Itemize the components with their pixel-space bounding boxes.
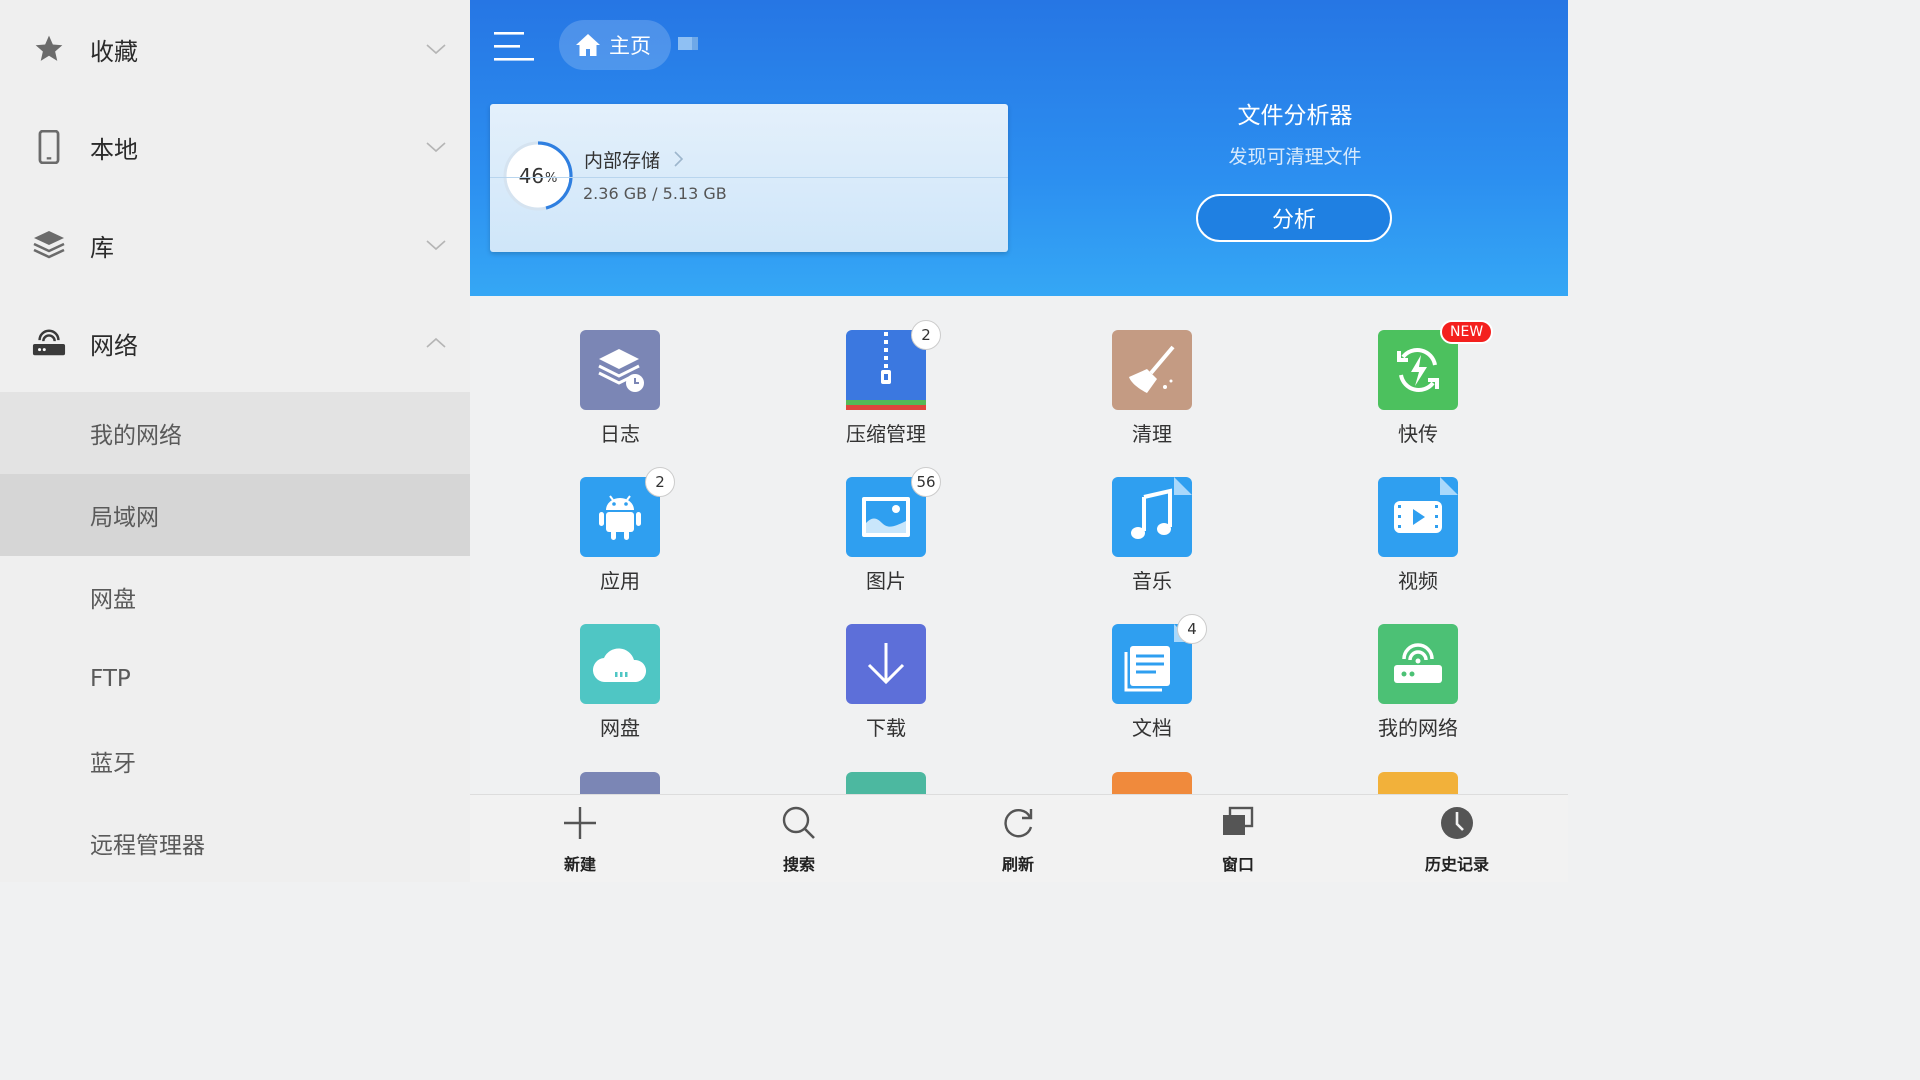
bookmark-tag-icon[interactable] (678, 37, 698, 52)
tile-apps[interactable]: 应用 2 (530, 467, 710, 605)
layers-icon (32, 228, 66, 262)
star-icon (32, 32, 66, 66)
music-icon (1112, 477, 1192, 557)
history-icon (1441, 807, 1473, 839)
refresh-label: 刷新 (1001, 855, 1034, 874)
tile-zip-manager[interactable]: 压缩管理 2 (796, 320, 976, 458)
tile-log[interactable]: 日志 (530, 330, 710, 458)
category-grid: 日志 压缩管理 2 清理 快传 NEW 应用 2 图片 56 音乐 视频网盘 下载 文档 4 我的网络 (470, 296, 1568, 794)
count-badge: 4 (1177, 614, 1207, 644)
chevron-up-icon (426, 337, 446, 348)
sidebar-item-bluetooth[interactable]: 蓝牙 (0, 720, 470, 802)
network-icon (1378, 624, 1458, 704)
download-icon (846, 624, 926, 704)
tile-label: 视频 (1398, 569, 1438, 593)
analyzer-subtitle: 发现可清理文件 (1228, 146, 1362, 168)
tile-partial-row-item[interactable] (846, 772, 926, 794)
tile-label: 清理 (1132, 422, 1172, 446)
analyzer-title: 文件分析器 (1237, 103, 1353, 129)
analyze-button[interactable]: 分析 (1196, 194, 1392, 242)
sidebar-item-lan[interactable]: 局域网 (0, 474, 470, 556)
menu-icon[interactable] (494, 26, 534, 66)
refresh-button[interactable]: 刷新 (958, 795, 1078, 883)
sidebar-section-local[interactable]: 本地 (0, 98, 470, 196)
tile-music[interactable]: 音乐 (1062, 477, 1242, 605)
tile-download[interactable]: 下载 (796, 624, 976, 752)
broom-icon (1112, 330, 1192, 410)
video-icon (1378, 477, 1458, 557)
tile-label: 下载 (866, 716, 906, 740)
cloud-icon (580, 624, 660, 704)
home-label: 主页 (609, 34, 651, 58)
tile-documents[interactable]: 文档 4 (1062, 614, 1242, 752)
sidebar-section-library[interactable]: 库 (0, 196, 470, 294)
count-badge: 2 (645, 467, 675, 497)
sidebar-section-network[interactable]: 网络 (0, 294, 470, 392)
sidebar-section-favorites[interactable]: 收藏 (0, 0, 470, 98)
tile-label: 文档 (1132, 716, 1172, 740)
new-badge: NEW (1440, 320, 1494, 344)
storage-percent-value: 46 (518, 164, 545, 188)
search-label: 搜索 (782, 855, 815, 874)
tile-my-network[interactable]: 我的网络 (1328, 624, 1508, 752)
tile-label: 日志 (600, 422, 640, 446)
tile-label: 网盘 (600, 716, 640, 740)
chevron-down-icon (426, 142, 446, 153)
tile-label: 压缩管理 (846, 422, 926, 446)
sidebar-item-remote-manager[interactable]: 远程管理器 (0, 802, 470, 884)
phone-icon (32, 130, 66, 164)
sidebar-section-label: 收藏 (90, 37, 138, 66)
new-button[interactable]: 新建 (520, 795, 640, 883)
sidebar-item-my-network[interactable]: 我的网络 (0, 392, 470, 474)
storage-percent: 46% (501, 139, 575, 213)
router-icon (32, 326, 66, 360)
plus-icon (564, 807, 596, 839)
sidebar: 收藏 本地 库 网络 我的网络 局域网 网盘 FTP 蓝牙 远程管理器 (0, 0, 470, 882)
sidebar-section-label: 库 (90, 233, 114, 262)
tile-images[interactable]: 图片 56 (796, 467, 976, 605)
new-label: 新建 (563, 855, 596, 874)
file-analyzer: 文件分析器 发现可清理文件 (1190, 96, 1400, 169)
tile-cloud-drive[interactable]: 网盘 (530, 624, 710, 752)
history-button[interactable]: 历史记录 (1397, 795, 1517, 883)
refresh-icon (1004, 809, 1033, 838)
search-icon (782, 806, 815, 839)
chevron-down-icon (426, 44, 446, 55)
main-panel: 主页 46% 内部存储 2.36 GB / 5.13 GB 文件分析器 发现可清… (470, 0, 1568, 882)
tile-quick-transfer[interactable]: 快传 NEW (1328, 320, 1508, 458)
bottom-toolbar: 新建 搜索 刷新 窗口 历史记录 (470, 794, 1568, 882)
home-icon (576, 34, 600, 56)
chevron-down-icon (426, 240, 446, 251)
tile-partial-row-item[interactable] (580, 772, 660, 794)
storage-title: 内部存储 (584, 150, 661, 172)
tile-cleaner[interactable]: 清理 (1062, 330, 1242, 458)
storage-divider (490, 177, 1008, 178)
sidebar-item-ftp[interactable]: FTP (0, 638, 470, 720)
storage-size: 2.36 GB / 5.13 GB (583, 184, 727, 203)
home-breadcrumb[interactable]: 主页 (559, 20, 671, 70)
log-icon (580, 330, 660, 410)
history-label: 历史记录 (1424, 855, 1489, 874)
header: 主页 46% 内部存储 2.36 GB / 5.13 GB 文件分析器 发现可清… (470, 0, 1568, 296)
tile-video[interactable]: 视频 (1328, 477, 1508, 605)
storage-percent-unit: % (545, 170, 558, 186)
tile-label: 我的网络 (1378, 716, 1458, 740)
tile-label: 图片 (866, 569, 906, 593)
chevron-right-icon (674, 151, 684, 167)
windows-button[interactable]: 窗口 (1178, 795, 1298, 883)
internal-storage-card[interactable]: 46% 内部存储 2.36 GB / 5.13 GB (490, 104, 1008, 252)
windows-label: 窗口 (1221, 855, 1254, 874)
sidebar-item-cloud-drive[interactable]: 网盘 (0, 556, 470, 638)
count-badge: 2 (911, 320, 941, 350)
sidebar-section-label: 网络 (90, 331, 138, 360)
tile-label: 音乐 (1132, 569, 1172, 593)
tile-label: 应用 (600, 569, 640, 593)
tile-partial-row-item[interactable] (1378, 772, 1458, 794)
search-button[interactable]: 搜索 (739, 795, 859, 883)
tile-label: 快传 (1398, 422, 1438, 446)
count-badge: 56 (911, 467, 941, 497)
windows-icon (1223, 806, 1254, 835)
sidebar-section-label: 本地 (90, 135, 138, 164)
tile-partial-row-item[interactable] (1112, 772, 1192, 794)
